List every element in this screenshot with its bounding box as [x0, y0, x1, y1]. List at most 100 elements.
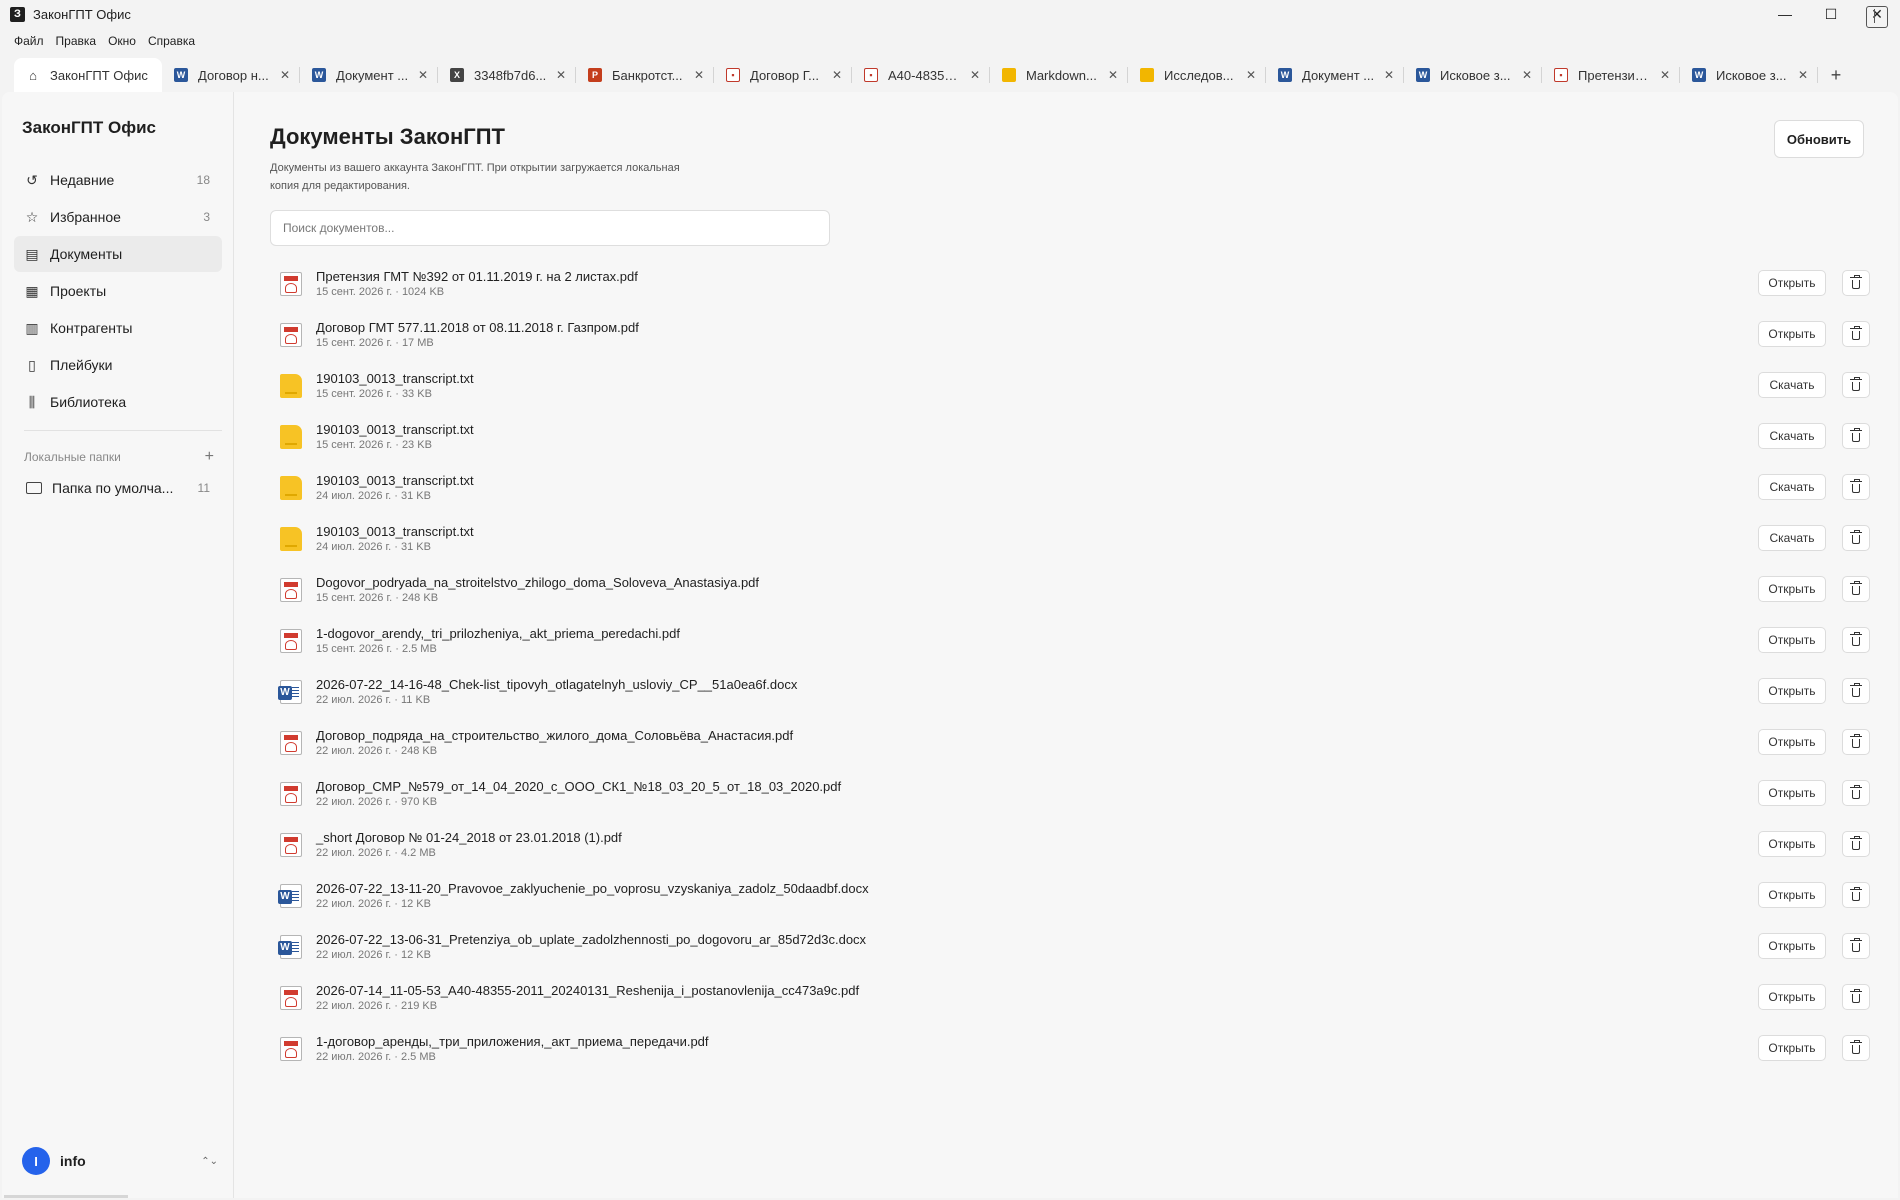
tab-close-icon[interactable]: ✕: [416, 68, 430, 82]
tab-close-icon[interactable]: ✕: [1658, 68, 1672, 82]
delete-button[interactable]: [1842, 678, 1870, 704]
document-row[interactable]: Договор_СМР_№579_от_14_04_2020_с_ООО_СК1…: [270, 768, 1870, 819]
open-button[interactable]: Открыть: [1758, 1035, 1826, 1061]
search-input[interactable]: [270, 210, 830, 246]
document-row[interactable]: W 2026-07-22_13-11-20_Pravovoe_zaklyuchen…: [270, 870, 1870, 921]
document-row[interactable]: Dogovor_podryada_na_stroitelstvo_zhilogo…: [270, 564, 1870, 615]
open-button[interactable]: Открыть: [1758, 984, 1826, 1010]
document-row[interactable]: 190103_0013_transcript.txt 24 июл. 2026 г…: [270, 513, 1870, 564]
delete-button[interactable]: [1842, 423, 1870, 449]
tab-close-icon[interactable]: ✕: [830, 68, 844, 82]
delete-button[interactable]: [1842, 984, 1870, 1010]
open-button[interactable]: Открыть: [1758, 882, 1826, 908]
document-name: 1-dogovor_arendy,_tri_prilozheniya,_akt_…: [316, 626, 680, 641]
tab-6[interactable]: ▪ А40-48355... ✕: [852, 58, 990, 92]
minimize-button[interactable]: —: [1762, 0, 1808, 28]
tab-10[interactable]: W Исковое з... ✕: [1404, 58, 1542, 92]
delete-button[interactable]: [1842, 1035, 1870, 1061]
sidebar-item-3[interactable]: ▦ Проекты: [14, 273, 222, 309]
sidebar-item-5[interactable]: ▯ Плейбуки: [14, 347, 222, 383]
document-row[interactable]: W 2026-07-22_13-06-31_Pretenziya_ob_uplat…: [270, 921, 1870, 972]
delete-button[interactable]: [1842, 627, 1870, 653]
delete-button[interactable]: [1842, 576, 1870, 602]
menu-edit[interactable]: Правка: [50, 34, 103, 48]
tab-1[interactable]: W Договор н... ✕: [162, 58, 300, 92]
tab-2[interactable]: W Документ ... ✕: [300, 58, 438, 92]
user-menu[interactable]: I info ⌃⌄: [22, 1146, 218, 1176]
tab-3[interactable]: X 3348fb7d6... ✕: [438, 58, 576, 92]
menu-window[interactable]: Окно: [102, 34, 142, 48]
tab-4[interactable]: P Банкротст... ✕: [576, 58, 714, 92]
tab-8[interactable]: Исследов... ✕: [1128, 58, 1266, 92]
open-button[interactable]: Открыть: [1758, 678, 1826, 704]
sidebar-item-default-folder[interactable]: Папка по умолча... 11: [14, 470, 222, 506]
sidebar-item-2[interactable]: ▤ Документы: [14, 236, 222, 272]
tab-11[interactable]: ▪ Претензия... ✕: [1542, 58, 1680, 92]
open-button[interactable]: Открыть: [1758, 270, 1826, 296]
download-button[interactable]: Скачать: [1758, 372, 1826, 398]
delete-button[interactable]: [1842, 729, 1870, 755]
tab-close-icon[interactable]: ✕: [1520, 68, 1534, 82]
delete-button[interactable]: [1842, 321, 1870, 347]
document-row[interactable]: W 2026-07-22_14-16-48_Chek-list_tipovyh_o…: [270, 666, 1870, 717]
tab-close-icon[interactable]: ✕: [278, 68, 292, 82]
maximize-button[interactable]: ☐: [1808, 0, 1854, 28]
menu-file[interactable]: Файл: [8, 34, 50, 48]
tab-5[interactable]: ▪ Договор Г... ✕: [714, 58, 852, 92]
open-button[interactable]: Открыть: [1758, 780, 1826, 806]
open-button[interactable]: Открыть: [1758, 321, 1826, 347]
delete-button[interactable]: [1842, 474, 1870, 500]
sidebar-item-1[interactable]: ☆ Избранное 3: [14, 199, 222, 235]
sidebar-scrollbar[interactable]: [4, 1195, 128, 1198]
tab-close-icon[interactable]: ✕: [692, 68, 706, 82]
delete-button[interactable]: [1842, 525, 1870, 551]
open-button[interactable]: Открыть: [1758, 627, 1826, 653]
download-button[interactable]: Скачать: [1758, 423, 1826, 449]
menu-help[interactable]: Справка: [142, 34, 201, 48]
document-row[interactable]: 2026-07-14_11-05-53_A40-48355-2011_20240…: [270, 972, 1870, 1023]
add-folder-icon[interactable]: +: [205, 448, 214, 466]
delete-button[interactable]: [1842, 933, 1870, 959]
document-row[interactable]: _short Договор № 01-24_2018 от 23.01.201…: [270, 819, 1870, 870]
tab-0[interactable]: ⌂ ЗаконГПТ Офис: [14, 58, 162, 92]
document-info: Договор ГМТ 577.11.2018 от 08.11.2018 г.…: [316, 320, 1870, 349]
document-row[interactable]: 190103_0013_transcript.txt 15 сент. 2026 …: [270, 360, 1870, 411]
local-folders-header: Локальные папки +: [24, 448, 214, 466]
tab-9[interactable]: W Документ ... ✕: [1266, 58, 1404, 92]
document-row[interactable]: 1-dogovor_arendy,_tri_prilozheniya,_akt_…: [270, 615, 1870, 666]
delete-button[interactable]: [1842, 372, 1870, 398]
sidebar-item-4[interactable]: ▥ Контрагенты: [14, 310, 222, 346]
sidebar-item-6[interactable]: ⫼ Библиотека: [14, 384, 222, 420]
trash-icon: [1850, 377, 1862, 391]
document-row[interactable]: Договор ГМТ 577.11.2018 от 08.11.2018 г.…: [270, 309, 1870, 360]
refresh-button[interactable]: Обновить: [1774, 120, 1864, 158]
folder-icon: [26, 482, 42, 494]
document-row[interactable]: Претензия ГМТ №392 от 01.11.2019 г. на 2…: [270, 258, 1870, 309]
sidebar-item-0[interactable]: ↺ Недавние 18: [14, 162, 222, 198]
delete-button[interactable]: [1842, 882, 1870, 908]
delete-button[interactable]: [1842, 270, 1870, 296]
tab-close-icon[interactable]: ✕: [1382, 68, 1396, 82]
open-button[interactable]: Открыть: [1758, 933, 1826, 959]
open-button[interactable]: Открыть: [1758, 576, 1826, 602]
tab-7[interactable]: Markdown... ✕: [990, 58, 1128, 92]
document-row[interactable]: Договор_подряда_на_строительство_жилого_…: [270, 717, 1870, 768]
download-button[interactable]: Скачать: [1758, 474, 1826, 500]
delete-button[interactable]: [1842, 831, 1870, 857]
word-icon: W: [312, 68, 326, 82]
document-row[interactable]: 190103_0013_transcript.txt 15 сент. 2026 …: [270, 411, 1870, 462]
document-row[interactable]: 190103_0013_transcript.txt 24 июл. 2026 г…: [270, 462, 1870, 513]
download-button[interactable]: Скачать: [1758, 525, 1826, 551]
document-row[interactable]: 1-договор_аренды,_три_приложения,_акт_пр…: [270, 1023, 1870, 1074]
delete-button[interactable]: [1842, 780, 1870, 806]
tab-close-icon[interactable]: ✕: [1244, 68, 1258, 82]
open-button[interactable]: Открыть: [1758, 729, 1826, 755]
side-panel-toggle-icon[interactable]: [1866, 6, 1888, 28]
tab-close-icon[interactable]: ✕: [968, 68, 982, 82]
tab-close-icon[interactable]: ✕: [1106, 68, 1120, 82]
tab-close-icon[interactable]: ✕: [1796, 68, 1810, 82]
tab-12[interactable]: W Исковое з... ✕: [1680, 58, 1818, 92]
open-button[interactable]: Открыть: [1758, 831, 1826, 857]
tab-close-icon[interactable]: ✕: [554, 68, 568, 82]
new-tab-button[interactable]: +: [1818, 58, 1854, 92]
